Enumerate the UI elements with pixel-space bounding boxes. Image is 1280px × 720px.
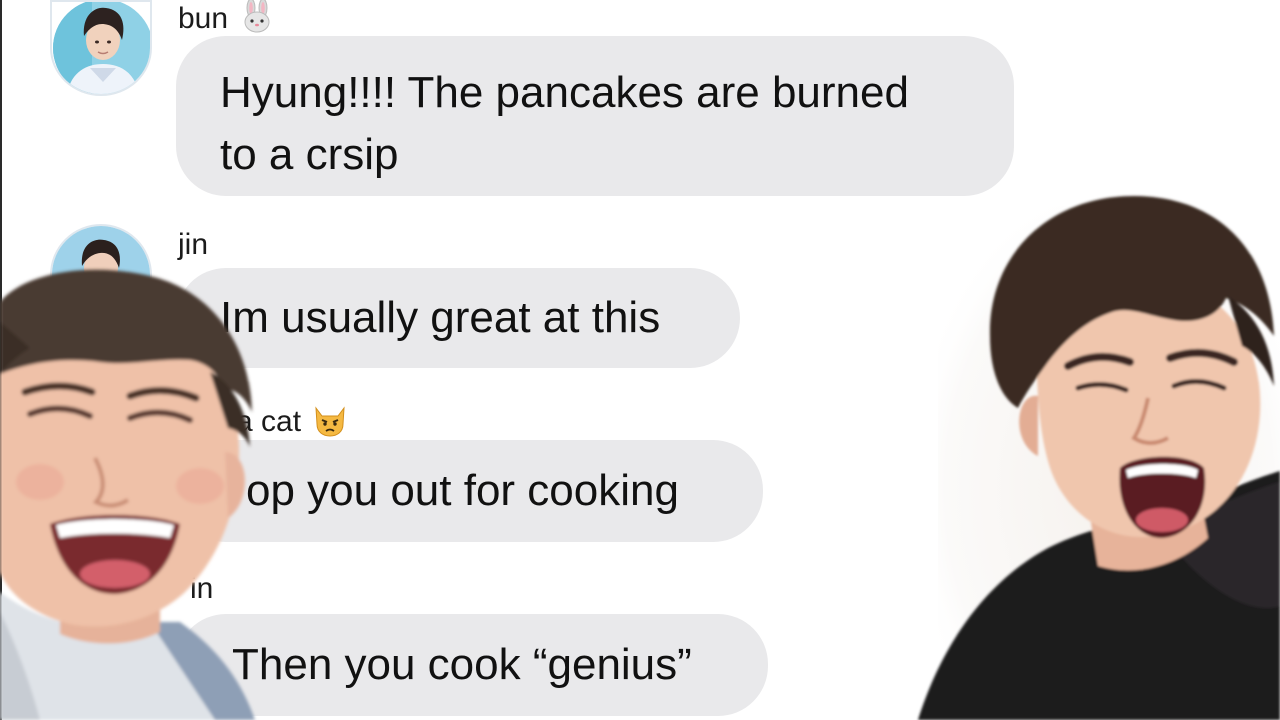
message-bubble-4[interactable]: Then you cook “genius” (176, 614, 768, 716)
sender-label: bun (178, 1, 229, 35)
laughing-person-photo-icon (0, 269, 255, 720)
sender-name-jin: jin (178, 230, 208, 260)
message-text: Then you cook “genius” (232, 640, 692, 689)
avatar-bun[interactable] (50, 0, 152, 96)
shouting-person-photo (898, 186, 1280, 720)
shouting-person-photo-icon (918, 196, 1280, 720)
pouting-cat-face-icon (311, 402, 349, 444)
rabbit-face-icon (240, 0, 274, 40)
message-bubble-1[interactable]: Hyung!!!! The pancakes are burned to a c… (176, 36, 1014, 196)
message-text: Im usually great at this (220, 293, 661, 342)
message-bubble-3[interactable]: op you out for cooking (176, 440, 763, 542)
message-text: Hyung!!!! The pancakes are burned to a c… (220, 68, 909, 179)
sender-label: jin (178, 228, 209, 261)
sender-name-bun: bun (178, 0, 274, 40)
laughing-person-photo (0, 262, 262, 720)
message-text: op you out for cooking (246, 466, 679, 515)
chat-screen: bun Hyung!!!! The pancakes are burned to… (0, 0, 1280, 720)
avatar-photo-icon (53, 2, 150, 94)
